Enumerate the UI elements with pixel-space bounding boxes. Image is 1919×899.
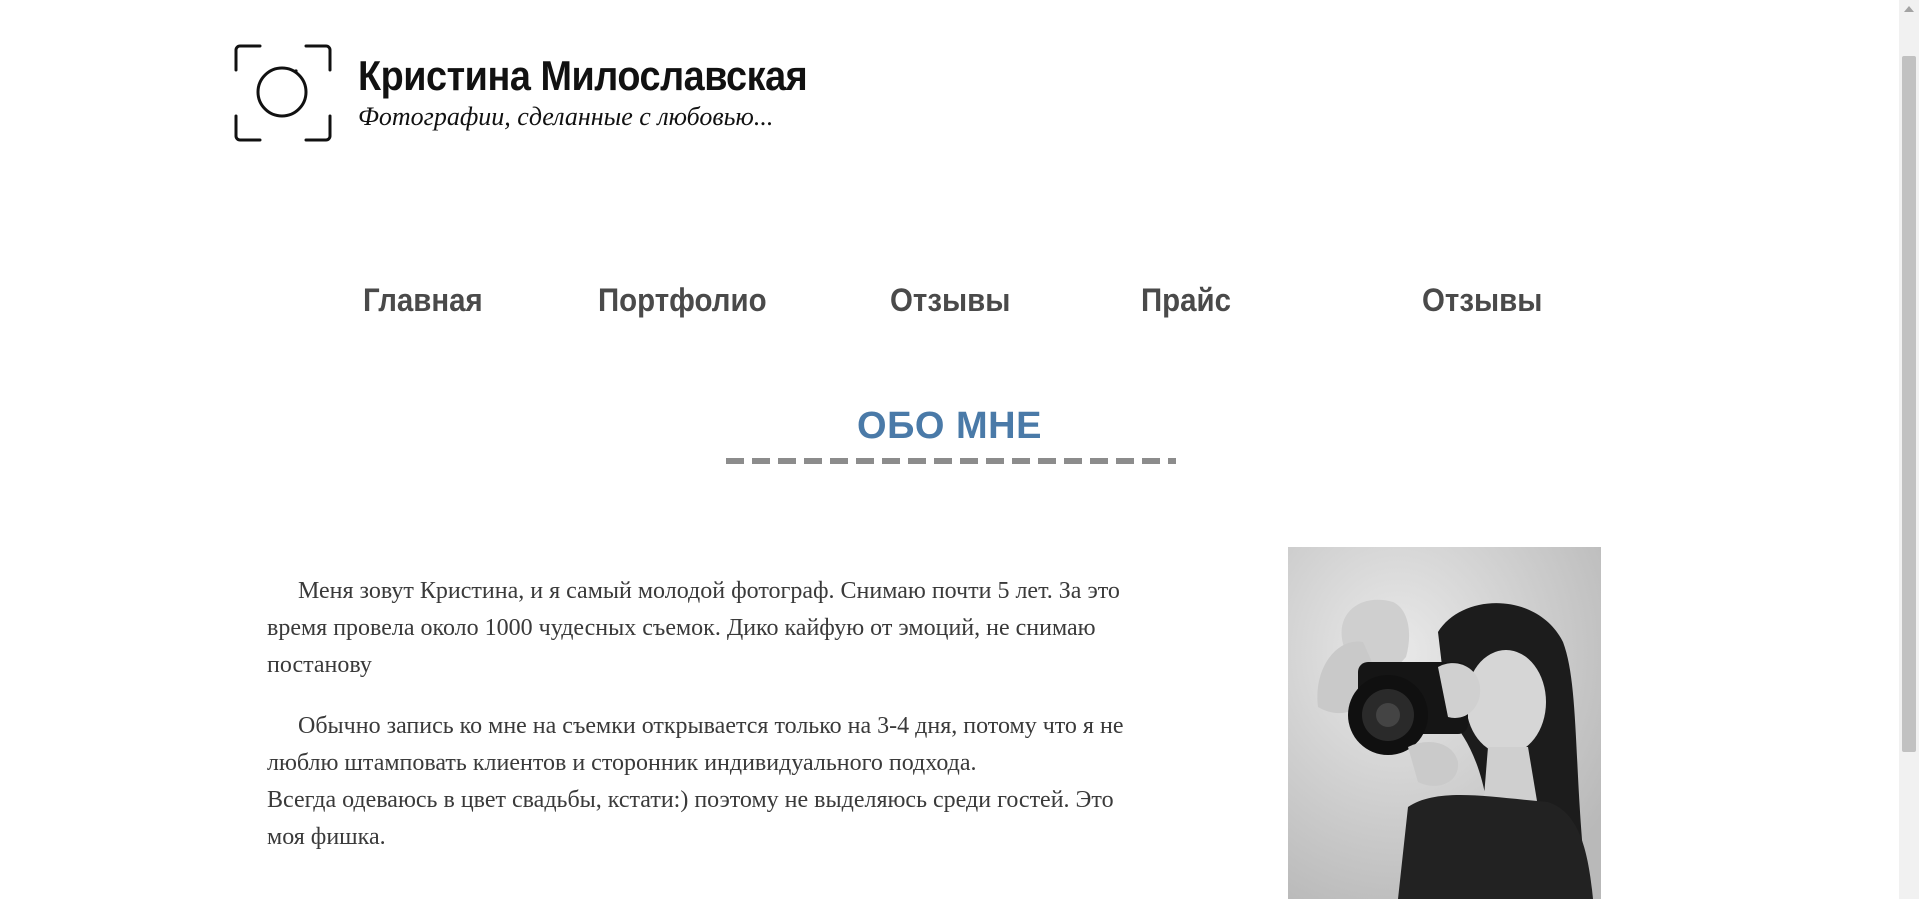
section-divider: [726, 458, 1176, 464]
photographer-portrait: [1288, 547, 1601, 899]
scroll-thumb[interactable]: [1902, 56, 1916, 752]
section-title-about: ОБО МНЕ: [857, 405, 1042, 447]
camera-frame-icon[interactable]: [234, 44, 332, 142]
portrait-image: [1288, 547, 1601, 899]
about-paragraph-1: Меня зовут Кристина, и я самый молодой ф…: [267, 578, 1120, 678]
nav-item-price[interactable]: Прайс: [1141, 282, 1231, 319]
about-paragraph-3: Всегда одеваюсь в цвет свадьбы, кстати:)…: [267, 787, 1114, 850]
about-text: Меня зовут Кристина, и я самый молодой ф…: [267, 573, 1187, 856]
about-paragraph-2: Обычно запись ко мне на съемки открывает…: [267, 713, 1124, 776]
scroll-up-icon[interactable]: [1904, 6, 1914, 12]
page-scrollbar[interactable]: [1899, 0, 1919, 899]
site-tagline: Фотографии, сделанные с любовью...: [358, 102, 774, 131]
nav-item-home[interactable]: Главная: [363, 282, 483, 319]
nav-item-reviews[interactable]: Отзывы: [890, 282, 1010, 319]
site-title[interactable]: Кристина Милославская: [358, 52, 808, 100]
main-nav: Главная Портфолио Отзывы Прайс Отзывы: [0, 282, 1899, 326]
nav-item-portfolio[interactable]: Портфолио: [598, 282, 767, 319]
nav-item-reviews-2[interactable]: Отзывы: [1422, 282, 1542, 319]
